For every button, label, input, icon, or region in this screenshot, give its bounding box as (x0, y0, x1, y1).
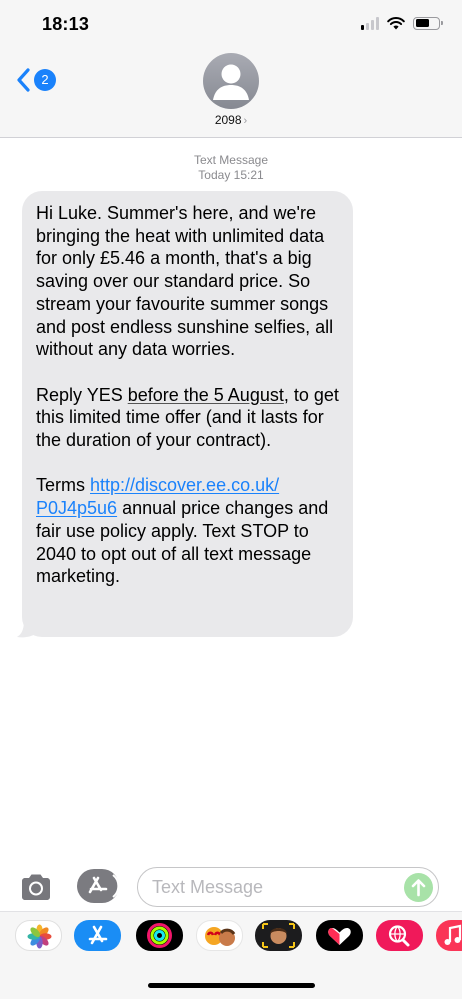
terms-link-line-2: P0J4p5u6 (36, 498, 118, 519)
photos-icon (27, 924, 52, 949)
message-timestamp: Today 15:21 (198, 168, 264, 182)
date-detector-link[interactable]: before the 5 August (128, 385, 284, 405)
contact-name: 2098 (214, 113, 242, 127)
imessage-app-drawer (0, 911, 462, 999)
back-button[interactable]: 2 (16, 67, 56, 93)
person-icon (213, 64, 249, 100)
cellular-signal-icon (361, 16, 379, 30)
message-paragraph-1: Hi Luke. Summer's here, and we're bringi… (36, 203, 334, 360)
app-store-icon (88, 874, 120, 898)
incoming-message-bubble[interactable]: Hi Luke. Summer's here, and we're bringi… (22, 191, 353, 637)
memoji-stickers-icon (205, 927, 236, 946)
unread-count-badge: 2 (34, 69, 56, 91)
activity-rings-icon (147, 923, 172, 948)
contact-chevron-icon: › (243, 115, 248, 127)
contact-avatar[interactable] (203, 53, 259, 109)
web-search-app-button[interactable] (376, 920, 423, 951)
message-text: Terms (36, 475, 90, 496)
status-time: 18:13 (42, 14, 90, 34)
message-text-field[interactable] (137, 867, 439, 907)
contact-name-button[interactable]: 2098 › (0, 113, 462, 127)
globe-search-icon (388, 925, 410, 947)
camera-button[interactable] (19, 872, 53, 902)
compose-bar (0, 865, 462, 909)
digital-touch-app-button[interactable] (316, 920, 363, 951)
message-text: Reply YES (36, 384, 128, 405)
home-indicator[interactable] (148, 983, 315, 988)
memoji-app-button[interactable] (255, 920, 302, 951)
photos-app-button[interactable] (15, 920, 62, 951)
app-store-app-button[interactable] (74, 920, 121, 951)
conversation-header: 2 2098 › (0, 50, 462, 138)
camera-icon (22, 874, 50, 900)
wifi-icon (387, 16, 405, 29)
send-button[interactable] (404, 873, 433, 902)
message-input[interactable] (152, 868, 392, 906)
app-store-icon (88, 925, 108, 945)
terms-link-line-1: http://discover.ee.co.uk/ (90, 475, 280, 496)
message-paragraph-3: Terms http://discover.ee.co.uk/P0J4p5u6 … (36, 474, 339, 588)
memoji-icon (262, 923, 295, 948)
battery-icon (413, 16, 443, 30)
memoji-stickers-app-button[interactable] (196, 920, 243, 951)
message-paragraph-2: Reply YES before the 5 August, to get th… (36, 384, 339, 452)
music-note-icon (444, 924, 462, 945)
arrow-up-icon (411, 879, 426, 897)
heart-hand-icon (328, 928, 351, 945)
status-bar: 18:13 (0, 0, 462, 50)
app-store-button[interactable] (77, 869, 120, 903)
music-app-button[interactable] (436, 920, 462, 951)
message-type-label: Text Message (193, 153, 269, 167)
activity-app-button[interactable] (136, 920, 183, 951)
chevron-left-icon (17, 68, 30, 92)
status-icons (361, 16, 443, 30)
message-meta: Text Message Today 15:21 (0, 153, 462, 183)
